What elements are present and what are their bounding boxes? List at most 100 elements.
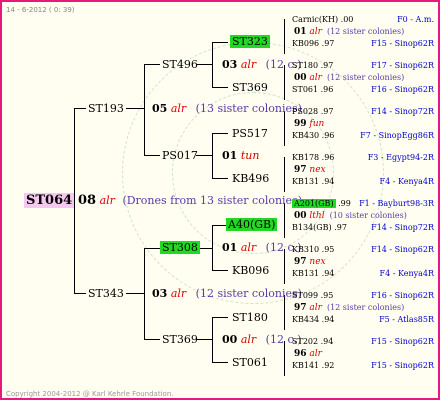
l1-bottom-tag: alr [170,287,187,300]
l3-b-down[interactable]: KB496 [232,172,269,185]
l4-bottom-row[interactable]: B134(GB) .97 [292,221,347,234]
l3-a-down[interactable]: ST369 [232,81,268,94]
l4-top-value: .97 [320,61,334,70]
tree-line [144,248,145,340]
tree-line [284,111,285,146]
l4-note: (10 sister colonies) [329,211,407,220]
l4-top-id[interactable]: PS028 [292,107,318,116]
l1-top-gen: 05 [152,102,168,115]
tree-line [212,42,213,88]
l4-gen: 97 [294,165,307,175]
l4-bottom-id[interactable]: KB434 [292,315,319,324]
l4-top-id[interactable]: KB178 [292,153,319,162]
l4-bottom-row[interactable]: KB141 .92 [292,359,334,372]
l4-top-code: F15 - Sinop62R [371,337,434,346]
l4-top-code: F14 - Sinop62R [371,245,434,254]
l2-b-id[interactable]: PS017 [162,149,198,162]
l4-top-value: .95 [320,291,334,300]
l3-d-info: 00 alr (12 c.) [222,333,301,346]
l3-c-up[interactable]: A40(GB) [226,218,278,231]
l3-d-up[interactable]: ST180 [232,311,268,324]
l3-d-down[interactable]: ST061 [232,356,268,369]
l4-bottom-code: F14 - Sinop72R [371,223,434,232]
root-node[interactable]: ST064 [24,193,75,208]
l2-d-id[interactable]: ST369 [162,333,198,346]
l3-d-tag: alr [240,333,257,346]
l4-tag: alr [309,303,322,313]
tree-line [144,248,160,249]
l3-b-up[interactable]: PS517 [232,127,268,140]
l4-bottom-id[interactable]: KB141 [292,361,319,370]
l4-bottom-row[interactable]: KB131 .94 [292,267,334,280]
l1-bottom-gen: 03 [152,287,168,300]
l4-top-id[interactable]: ST099 [292,291,318,300]
l4-bottom-row[interactable]: ST061 .96 [292,83,333,96]
l4-top-id[interactable]: ST202 [292,337,318,346]
l4-bottom-id[interactable]: KB131 [292,177,319,186]
tree-line [212,225,213,271]
l4-top-id[interactable]: ST180 [292,61,318,70]
l4-bottom-id[interactable]: KB430 [292,131,319,140]
tree-line [74,293,86,294]
tree-line [284,157,285,192]
l4-bottom-id[interactable]: ST061 [292,85,318,94]
l4-gen: 01 [294,27,307,37]
l3-a-up[interactable]: ST323 [230,35,270,48]
l4-bottom-code: F4 - Kenya4R [379,269,434,278]
l4-bottom-value: .94 [321,269,335,278]
tree-line [284,203,285,238]
l3-c-gen: 01 [222,241,238,254]
l3-d-gen: 00 [222,333,238,346]
l1-top-tag: alr [170,102,187,115]
copyright: Copyright 2004-2012 @ Karl Kehrle Founda… [6,390,174,398]
l4-bottom-row[interactable]: KB430 .96 [292,129,334,142]
l1-bottom-id[interactable]: ST343 [88,287,124,300]
l2-c-label[interactable]: ST308 [160,241,200,254]
l3-c-up-label[interactable]: A40(GB) [226,218,278,231]
l3-a-gen: 03 [222,58,238,71]
l4-tag: alr [309,349,322,359]
l4-gen: 00 [294,73,307,83]
l2-c-id[interactable]: ST308 [160,241,200,254]
l1-top-note: (13 sister colonies) [195,102,302,115]
tree-line [212,133,213,179]
root-id[interactable]: ST064 [24,193,75,208]
l4-top-code: F14 - Sinop72R [371,107,434,116]
tree-line [212,133,228,134]
l4-bottom-code: F15 - Sinop62R [371,39,434,48]
l4-bottom-row[interactable]: KB131 .94 [292,175,334,188]
l4-bottom-code: F5 - Atlas85R [379,315,434,324]
l4-bottom-value: .97 [334,223,347,232]
l4-bottom-id[interactable]: B134(GB) [292,223,332,232]
l3-a-up-label[interactable]: ST323 [230,35,270,48]
l1-top-id[interactable]: ST193 [88,102,124,115]
l4-bottom-row[interactable]: KB434 .94 [292,313,334,326]
l4-bottom-id[interactable]: KB131 [292,269,319,278]
root-note: (Drones from 13 sister colonies) [122,194,303,207]
l4-tag: alr [309,73,322,83]
l4-top-value: .99 [338,199,351,208]
l4-bottom-id[interactable]: KB096 [292,39,319,48]
l4-tag: nex [309,257,326,267]
pedigree-frame: 14 - 6-2012 ( 0: 39) Copyright 2004-2012… [0,0,440,400]
l4-bottom-value: .96 [321,131,335,140]
l1-top-info: 05 alr (13 sister colonies) [152,102,302,115]
l4-top-id[interactable]: Carnic(KH) [292,15,338,24]
l4-note: (12 sister colonies) [326,303,405,312]
l4-bottom-code: F15 - Sinop62R [371,361,434,370]
l3-c-tag: alr [240,241,257,254]
l3-a-tag: alr [240,58,257,71]
tree-line [284,19,285,54]
l4-top-id[interactable]: KB310 [292,245,319,254]
l4-bottom-row[interactable]: KB096 .97 [292,37,334,50]
l3-c-down[interactable]: KB096 [232,264,269,277]
l4-top-id[interactable]: A201(GB) [292,199,336,208]
l2-a-id[interactable]: ST496 [162,58,198,71]
l3-b-gen: 01 [222,149,238,162]
l4-gen: 99 [294,119,307,129]
l3-b-tag: tun [240,149,260,162]
l4-bottom-value: .94 [321,315,335,324]
root-gen: 08 [78,193,97,208]
l4-bottom-code: F16 - Sinop62R [371,85,434,94]
l4-tag: nex [309,165,326,175]
